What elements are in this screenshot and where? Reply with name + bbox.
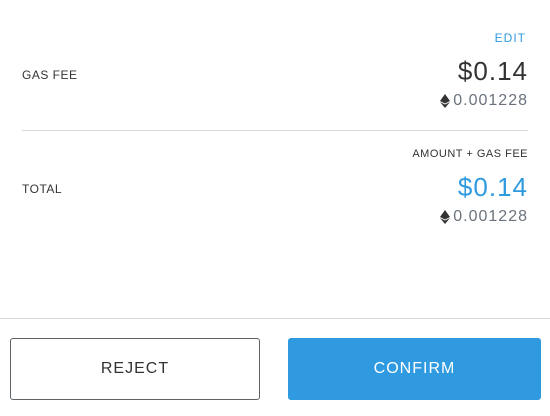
gas-fee-row: EDIT GAS FEE $0.14 0.001228 — [0, 0, 550, 130]
confirm-button[interactable]: CONFIRM — [288, 338, 541, 400]
gas-fee-eth-amount: 0.001228 — [453, 92, 528, 109]
total-fiat-value: $0.14 — [457, 172, 528, 202]
eth-diamond-icon — [440, 210, 451, 224]
confirm-transaction-panel: EDIT GAS FEE $0.14 0.001228 AMOUNT + GAS… — [0, 0, 550, 416]
total-eth-amount: 0.001228 — [453, 208, 528, 225]
footer-divider — [0, 318, 550, 319]
gas-fee-fiat-value: $0.14 — [457, 56, 528, 86]
reject-button[interactable]: REJECT — [10, 338, 260, 400]
edit-gas-link[interactable]: EDIT — [495, 31, 526, 45]
gas-fee-eth-value: 0.001228 — [440, 92, 528, 110]
total-label: TOTAL — [22, 182, 63, 196]
eth-diamond-icon — [440, 94, 451, 108]
gas-fee-label: GAS FEE — [22, 68, 78, 82]
section-divider — [22, 130, 528, 131]
amount-plus-gas-caption: AMOUNT + GAS FEE — [412, 148, 528, 160]
total-eth-value: 0.001228 — [440, 208, 528, 226]
